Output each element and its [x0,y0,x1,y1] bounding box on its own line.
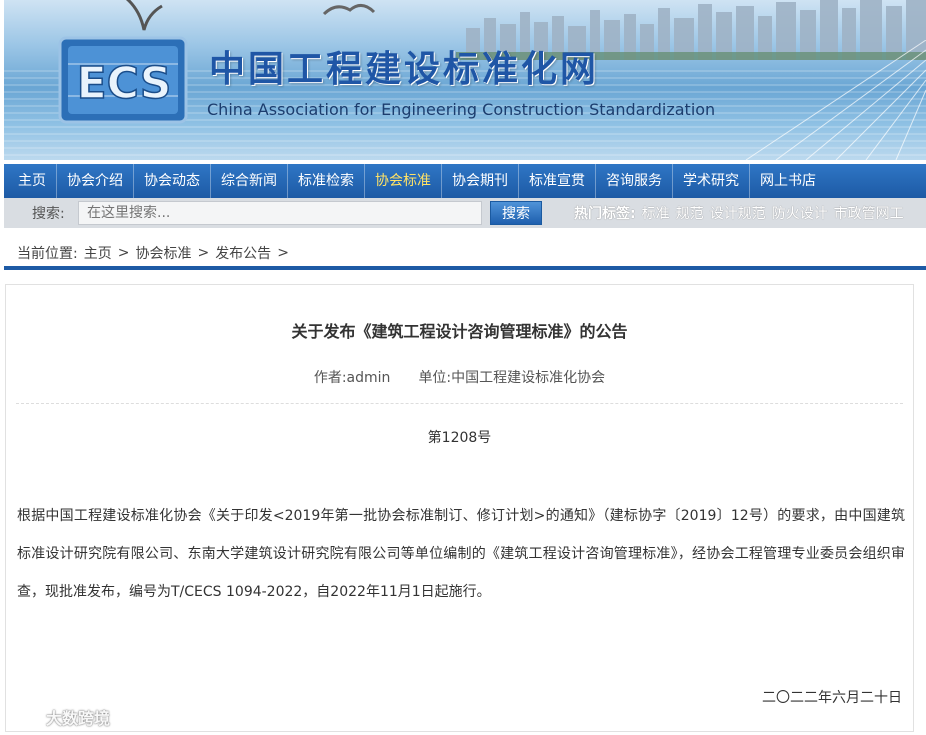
search-input[interactable] [78,201,482,225]
nav-item[interactable]: 咨询服务 [596,164,673,198]
breadcrumb-item-announcements[interactable]: 发布公告 [215,243,271,263]
article-author: 作者:admin [313,370,391,386]
breadcrumb-item-standards[interactable]: 协会标准 [135,243,191,263]
nav-item[interactable]: 协会期刊 [442,164,519,198]
breadcrumb-separator: > [117,245,130,261]
ecs-logo[interactable]: ECS [58,34,190,126]
ecs-logo-icon: ECS [58,36,188,124]
hot-tags-label: 热门标签: [574,206,636,222]
nav-item[interactable]: 标准宣贯 [519,164,596,198]
article-divider [16,403,903,404]
site-banner: ECS 中国工程建设标准化网 China Association for Eng… [4,0,926,160]
article-meta: 作者:admin 单位:中国工程建设标准化协会 [6,367,913,387]
hot-tags: 热门标签: 标准 规范 设计规范 防火设计 市政管网工 [574,203,904,223]
search-button[interactable]: 搜索 [490,201,542,225]
article-date: 二〇二二年六月二十日 [762,690,902,706]
nav-item[interactable]: 协会介绍 [57,164,134,198]
search-label: 搜索: [32,206,65,222]
breadcrumb-divider [4,266,926,270]
breadcrumb-separator: > [197,245,210,261]
hot-tag[interactable]: 市政管网工 [834,203,904,223]
hot-tag[interactable]: 标准 [642,203,670,223]
bridge-cables-image [745,40,926,160]
site-subtitle: China Association for Engineering Constr… [207,100,716,119]
breadcrumb: 当前位置: 主页 > 协会标准 > 发布公告 > [4,238,926,268]
hot-tag[interactable]: 规范 [676,203,704,223]
hot-tag[interactable]: 设计规范 [710,203,766,223]
logo-text: ECS [77,58,172,109]
watermark: 大数跨境 [8,705,110,729]
watermark-logo-icon [9,709,37,725]
nav-item[interactable]: 协会动态 [134,164,211,198]
search-bar: 搜索: 搜索 热门标签: 标准 规范 设计规范 防火设计 市政管网工 [4,198,926,228]
watermark-text: 大数跨境 [46,709,111,728]
breadcrumb-prefix: 当前位置: [17,246,78,262]
nav-item[interactable]: 学术研究 [673,164,750,198]
hot-tag[interactable]: 防火设计 [772,203,828,223]
nav-item[interactable]: 主页 [8,164,57,198]
document-number: 第1208号 [427,430,492,446]
breadcrumb-item-home[interactable]: 主页 [84,243,112,263]
article-body: 根据中国工程建设标准化协会《关于印发<2019年第一批协会标准制订、修订计划>的… [17,508,905,600]
nav-item[interactable]: 综合新闻 [211,164,288,198]
site-title: 中国工程建设标准化网 [209,48,600,90]
article-title: 关于发布《建筑工程设计咨询管理标准》的公告 [291,322,628,341]
breadcrumb-separator: > [277,245,289,261]
nav-item[interactable]: 网上书店 [750,164,826,198]
nav-item[interactable]: 协会标准 [365,164,442,198]
article-panel: 关于发布《建筑工程设计咨询管理标准》的公告 作者:admin 单位:中国工程建设标… [5,284,914,732]
article-unit: 单位:中国工程建设标准化协会 [418,370,606,386]
nav-item[interactable]: 标准检索 [288,164,365,198]
seagull-image [125,0,163,31]
seagull-image [322,4,376,16]
main-nav: 主页 协会介绍 协会动态 综合新闻 标准检索 协会标准 协会期刊 标准宣贯 咨询服务 学术研究 网上… [4,164,926,198]
